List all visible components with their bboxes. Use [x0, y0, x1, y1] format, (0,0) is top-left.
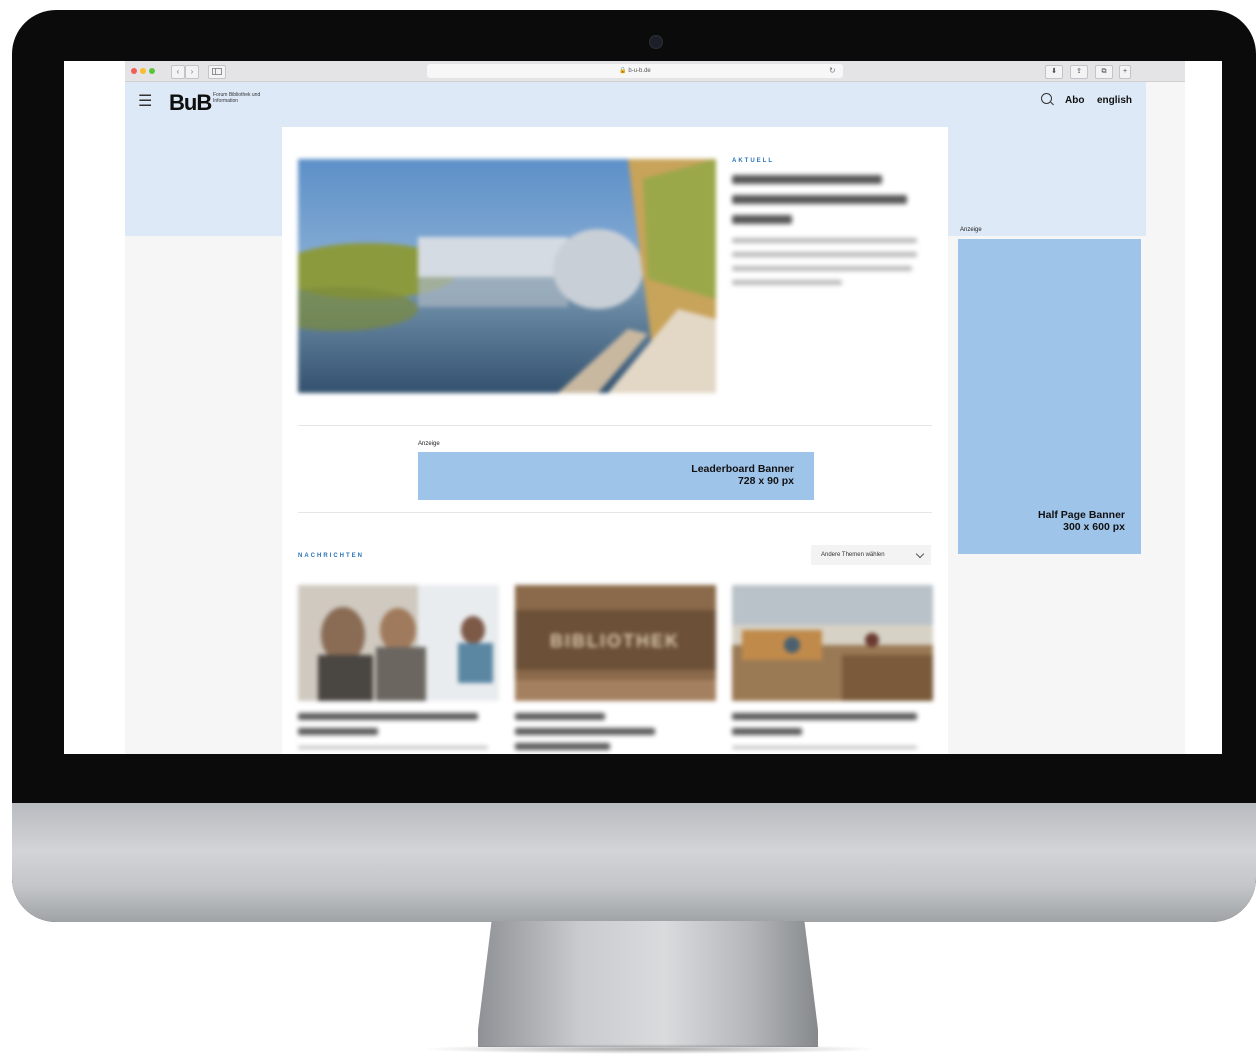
monitor-chin — [12, 803, 1256, 922]
sidebar-toggle-button[interactable] — [208, 65, 226, 79]
web-page: ☰ BuB Forum Bibliothek und Information A… — [125, 82, 1185, 754]
ad-label-rail: Anzeige — [960, 227, 982, 233]
library-sign-text: BIBLIOTHEK — [550, 631, 680, 651]
tabs-button[interactable]: ⧉ — [1095, 65, 1113, 79]
leaderboard-size: 728 x 90 px — [737, 475, 794, 487]
plus-icon: + — [1122, 68, 1128, 75]
topics-dropdown[interactable]: Andere Themen wählen — [811, 545, 931, 565]
news-card[interactable]: BIBLIOTHEK — [515, 585, 716, 754]
leaderboard-banner[interactable]: Leaderboard Banner 728 x 90 px — [418, 452, 814, 500]
screen: ‹ › 🔒 b-u-b.de ↻ ⬇ ⇪ ⧉ + ☰ BuB Forum Bib… — [64, 61, 1222, 754]
ad-label: Anzeige — [418, 441, 440, 447]
lock-icon: 🔒 — [619, 68, 627, 74]
news-card-image — [732, 585, 933, 701]
back-arrow-icon: ‹ — [176, 67, 180, 76]
hero-teaser-blurred[interactable] — [732, 175, 922, 294]
address-bar[interactable]: 🔒 b-u-b.de — [427, 64, 843, 78]
minimize-window-button[interactable] — [140, 68, 146, 74]
halfpage-title: Half Page Banner — [1038, 509, 1125, 521]
share-button[interactable]: ⇪ — [1070, 65, 1088, 79]
news-section-label: NACHRICHTEN — [298, 553, 364, 559]
abo-link[interactable]: Abo — [1065, 95, 1084, 106]
download-icon: ⬇ — [1051, 68, 1057, 75]
forward-arrow-icon: › — [190, 67, 194, 76]
divider — [298, 512, 932, 513]
chevron-down-icon — [915, 549, 925, 559]
back-button[interactable]: ‹ — [171, 65, 185, 79]
share-icon: ⇪ — [1076, 68, 1082, 75]
menu-icon[interactable]: ☰ — [138, 94, 152, 110]
news-card[interactable] — [732, 585, 933, 754]
stand-shadow — [420, 1044, 880, 1054]
camera-icon — [649, 35, 663, 49]
logo-subtitle: Forum Bibliothek und Information — [213, 92, 261, 104]
monitor-stand — [478, 921, 818, 1047]
maximize-window-button[interactable] — [149, 68, 155, 74]
lake-landscape-image — [298, 159, 716, 393]
new-tab-button[interactable]: + — [1119, 65, 1131, 79]
divider — [298, 425, 932, 426]
search-icon[interactable] — [1041, 93, 1052, 104]
sidebar-icon — [212, 68, 222, 75]
half-page-banner[interactable]: Half Page Banner 300 x 600 px — [958, 239, 1141, 554]
browser-toolbar: ‹ › 🔒 b-u-b.de ↻ ⬇ ⇪ ⧉ + — [125, 61, 1185, 82]
tabs-icon: ⧉ — [1101, 68, 1107, 75]
leaderboard-title: Leaderboard Banner — [691, 463, 794, 475]
close-window-button[interactable] — [131, 68, 137, 74]
main-content: AKTUELL Anzeige Leaderboard Banner 728 x… — [282, 127, 948, 754]
language-switch-link[interactable]: english — [1097, 95, 1132, 106]
news-card-image: BIBLIOTHEK — [515, 585, 716, 701]
site-logo[interactable]: BuB — [169, 90, 212, 116]
topics-dropdown-label: Andere Themen wählen — [821, 552, 885, 558]
halfpage-size: 300 x 600 px — [1063, 521, 1125, 533]
news-card[interactable] — [298, 585, 499, 754]
hero-image[interactable] — [298, 159, 716, 393]
reload-icon[interactable]: ↻ — [829, 64, 836, 78]
downloads-button[interactable]: ⬇ — [1045, 65, 1063, 79]
forward-button[interactable]: › — [185, 65, 199, 79]
news-card-image — [298, 585, 499, 701]
url-text: b-u-b.de — [628, 68, 651, 74]
hero-kicker: AKTUELL — [732, 158, 774, 164]
